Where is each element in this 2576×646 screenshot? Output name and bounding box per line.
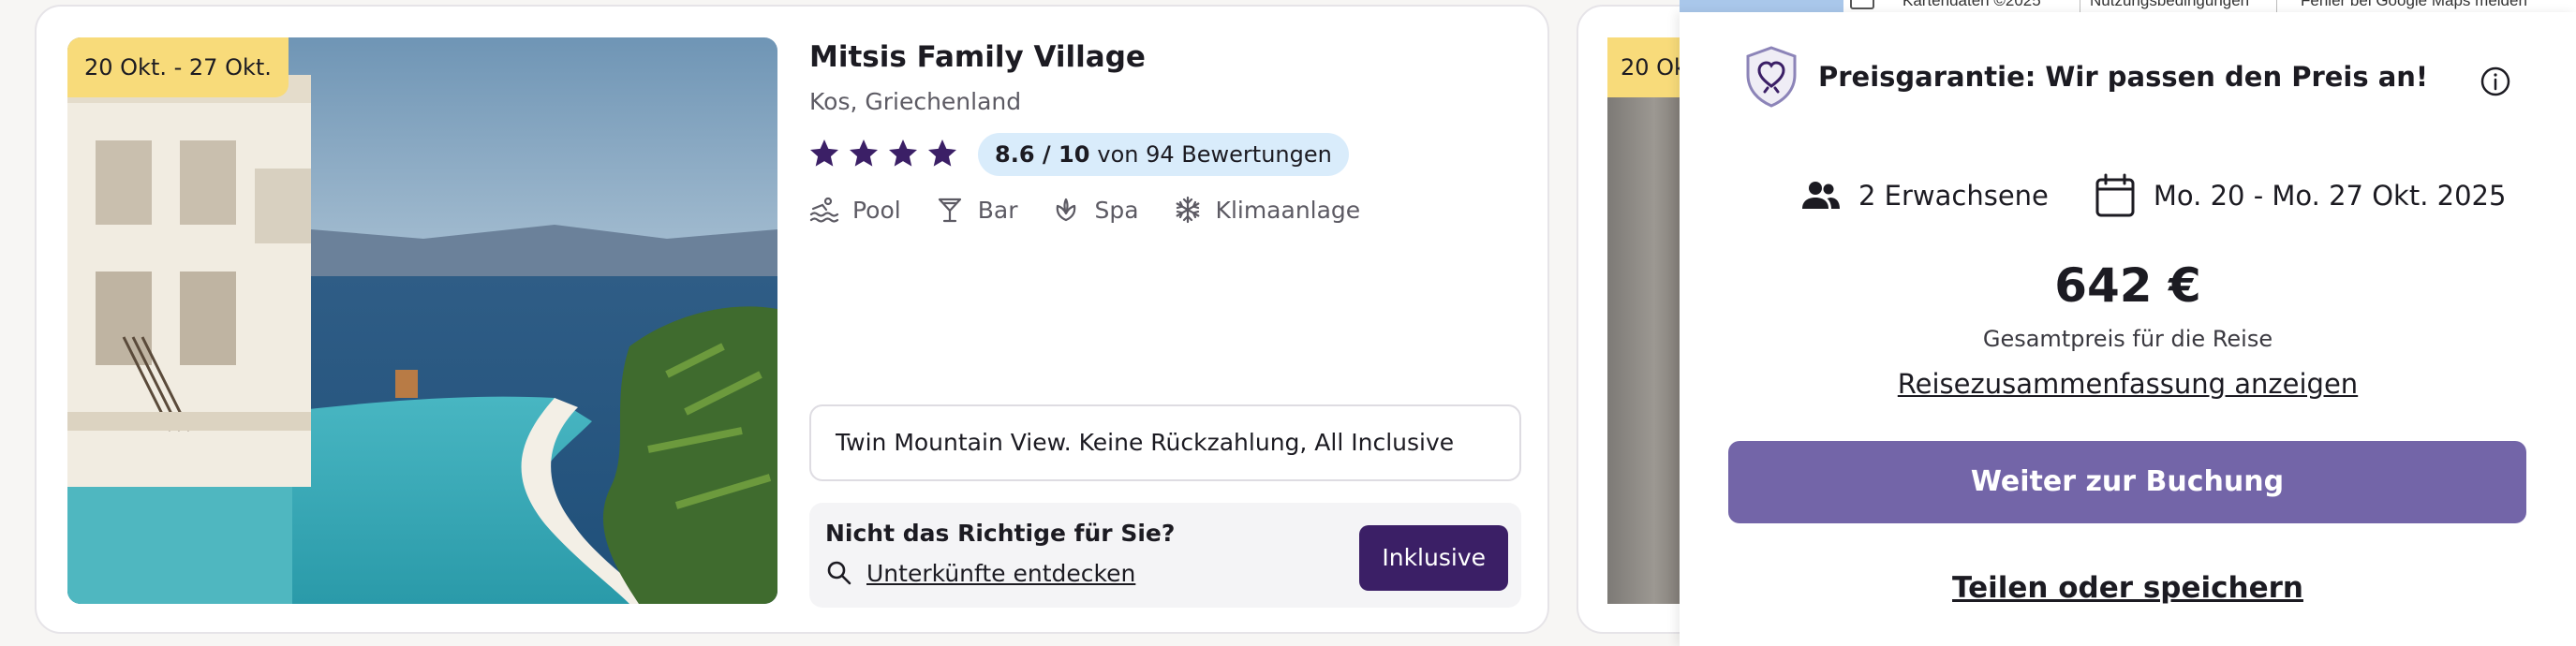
amenity-label: Pool <box>852 196 901 224</box>
booking-panel: Preisgarantie: Wir passen den Preis an! … <box>1680 12 2576 646</box>
star-icon <box>810 139 838 167</box>
review-count: von 94 Bewertungen <box>1097 141 1332 168</box>
star-icon <box>850 139 878 167</box>
discover-accommodations-link[interactable]: Unterkünfte entdecken <box>825 559 1135 587</box>
shield-heart-icon <box>1746 46 1797 108</box>
total-price-label: Gesamtpreis für die Reise <box>1982 326 2273 352</box>
review-score-badge[interactable]: 8.6 / 10 von 94 Bewertungen <box>978 133 1349 176</box>
snowflake-icon <box>1176 196 1199 224</box>
map-thumbnail[interactable] <box>1680 0 1843 12</box>
hotel-photo-image <box>67 37 777 604</box>
pool-icon <box>809 197 839 223</box>
amenity-pool: Pool <box>809 195 901 225</box>
keyboard-icon[interactable] <box>1850 0 1874 9</box>
share-or-save-link[interactable]: Teilen oder speichern <box>1680 571 2576 605</box>
hotel-card[interactable]: 20 Okt. - 27 Okt. Mitsis Family Village … <box>35 5 1549 634</box>
travel-dates: Mo. 20 - Mo. 27 Okt. 2025 <box>2153 180 2507 212</box>
map-footer-divider <box>2276 0 2277 12</box>
price-guarantee: Preisgarantie: Wir passen den Preis an! <box>1743 45 2428 109</box>
inclusive-button[interactable]: Inklusive <box>1359 525 1508 591</box>
search-icon <box>827 561 851 585</box>
amenity-bar: Bar <box>935 195 1018 225</box>
continue-booking-button[interactable]: Weiter zur Buchung <box>1728 441 2526 523</box>
total-price: 642 € <box>2054 258 2201 313</box>
amenity-spa: Spa <box>1051 195 1139 225</box>
spa-icon <box>1057 198 1076 222</box>
report-map-error-link[interactable]: Fehler bei Google Maps melden <box>2301 0 2527 10</box>
guests-count: 2 Erwachsene <box>1858 180 2049 212</box>
alternative-suggestion-title: Nicht das Richtige für Sie? <box>825 520 1176 547</box>
star-icon <box>928 139 956 167</box>
alternative-suggestion-box: Nicht das Richtige für Sie? Unterkünfte … <box>809 503 1521 608</box>
amenity-list: Pool Bar Spa Klimaanlage <box>809 190 1394 229</box>
amenity-air-conditioning: Klimaanlage <box>1173 195 1361 225</box>
next-hotel-photo[interactable] <box>1607 37 1687 604</box>
hotel-name[interactable]: Mitsis Family Village <box>809 40 1146 74</box>
amenity-label: Bar <box>977 196 1018 224</box>
info-icon[interactable] <box>2480 66 2511 97</box>
amenity-label: Spa <box>1094 196 1139 224</box>
trip-summary-link[interactable]: Reisezusammenfassung anzeigen <box>1680 368 2576 400</box>
bar-icon <box>938 198 961 223</box>
calendar-icon <box>2095 173 2135 217</box>
guests-icon <box>1802 182 1840 209</box>
star-icon <box>889 139 917 167</box>
next-date-range-badge: 20 Okt. - 27 Okt. <box>1607 37 1687 97</box>
discover-accommodations-label[interactable]: Unterkünfte entdecken <box>866 560 1135 587</box>
review-score: 8.6 / 10 <box>995 141 1090 168</box>
price-guarantee-text: Preisgarantie: Wir passen den Preis an! <box>1818 61 2429 93</box>
date-range-badge: 20 Okt. - 27 Okt. <box>67 37 289 97</box>
room-selection[interactable]: Twin Mountain View. Keine Rückzahlung, A… <box>809 404 1521 481</box>
trip-details[interactable]: 2 Erwachsene Mo. 20 - Mo. 27 Okt. 2025 <box>1801 173 2506 218</box>
hotel-photo[interactable] <box>67 37 777 604</box>
hotel-location: Kos, Griechenland <box>809 88 1022 115</box>
terms-link[interactable]: Nutzungsbedingungen <box>2090 0 2249 10</box>
star-rating <box>807 133 959 174</box>
map-footer: Kartendaten ©2025 Nutzungsbedingungen Fe… <box>1680 0 2576 12</box>
next-hotel-card[interactable]: 20 Okt. - 27 Okt. <box>1577 5 1689 634</box>
amenity-label: Klimaanlage <box>1215 196 1361 224</box>
map-data-credit: Kartendaten ©2025 <box>1902 0 2041 9</box>
